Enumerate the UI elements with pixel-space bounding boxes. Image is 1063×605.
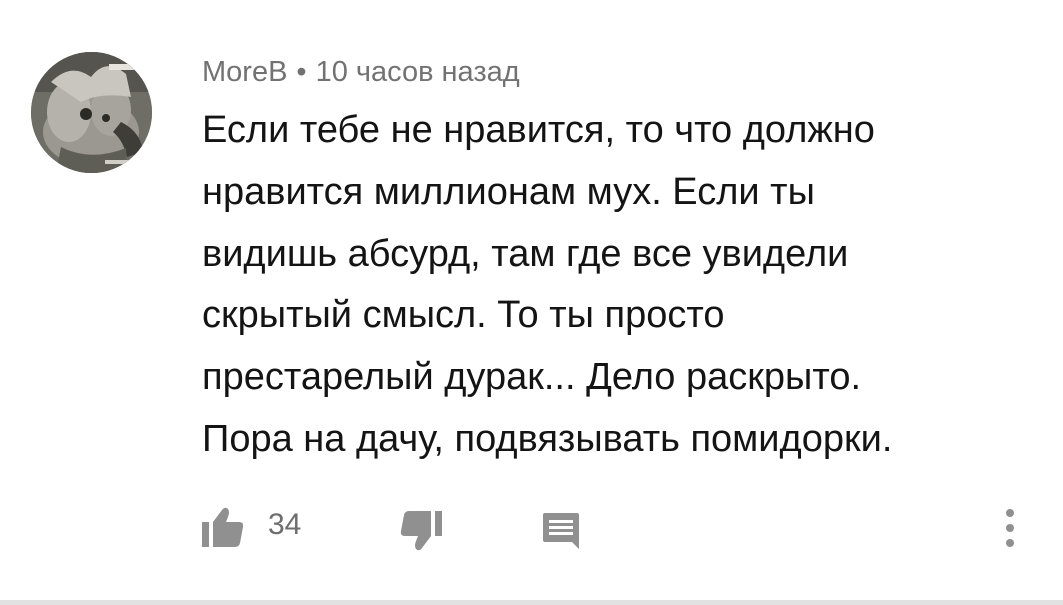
comment-text-line: скрытый смысл. То ты просто xyxy=(202,294,725,337)
comment-actions: 34 xyxy=(0,495,1063,565)
comment-timestamp[interactable]: 10 часов назад xyxy=(316,56,520,88)
author-name[interactable]: MoreB xyxy=(202,56,287,88)
divider xyxy=(0,600,1063,605)
reply-comment-icon[interactable] xyxy=(541,511,581,551)
avatar[interactable] xyxy=(31,52,152,173)
meta-separator: • xyxy=(296,56,307,88)
thumbs-down-icon[interactable] xyxy=(398,509,444,553)
comment-meta: MoreB • 10 часов назад xyxy=(202,52,520,92)
comment-text: Если тебе не нравится, то что должно нра… xyxy=(202,100,1022,471)
comment-text-line: видишь абсурд, там где все увидели xyxy=(202,232,849,275)
comment-text-line: Если тебе не нравится, то что должно xyxy=(202,109,875,151)
comment-card: MoreB • 10 часов назад Если тебе не нравит… xyxy=(0,0,1063,600)
more-vertical-icon[interactable] xyxy=(1000,503,1020,553)
comment-text-line: нравится миллионам мух. Если ты xyxy=(202,170,815,213)
avatar-image xyxy=(31,52,152,173)
like-count: 34 xyxy=(268,508,302,541)
thumbs-up-icon[interactable] xyxy=(200,505,246,549)
comment-text-line: Пора на дачу, подвязывать помидорки. xyxy=(202,417,893,460)
comment-text-line: престарелый дурак... Дело раскрыто. xyxy=(202,356,862,399)
